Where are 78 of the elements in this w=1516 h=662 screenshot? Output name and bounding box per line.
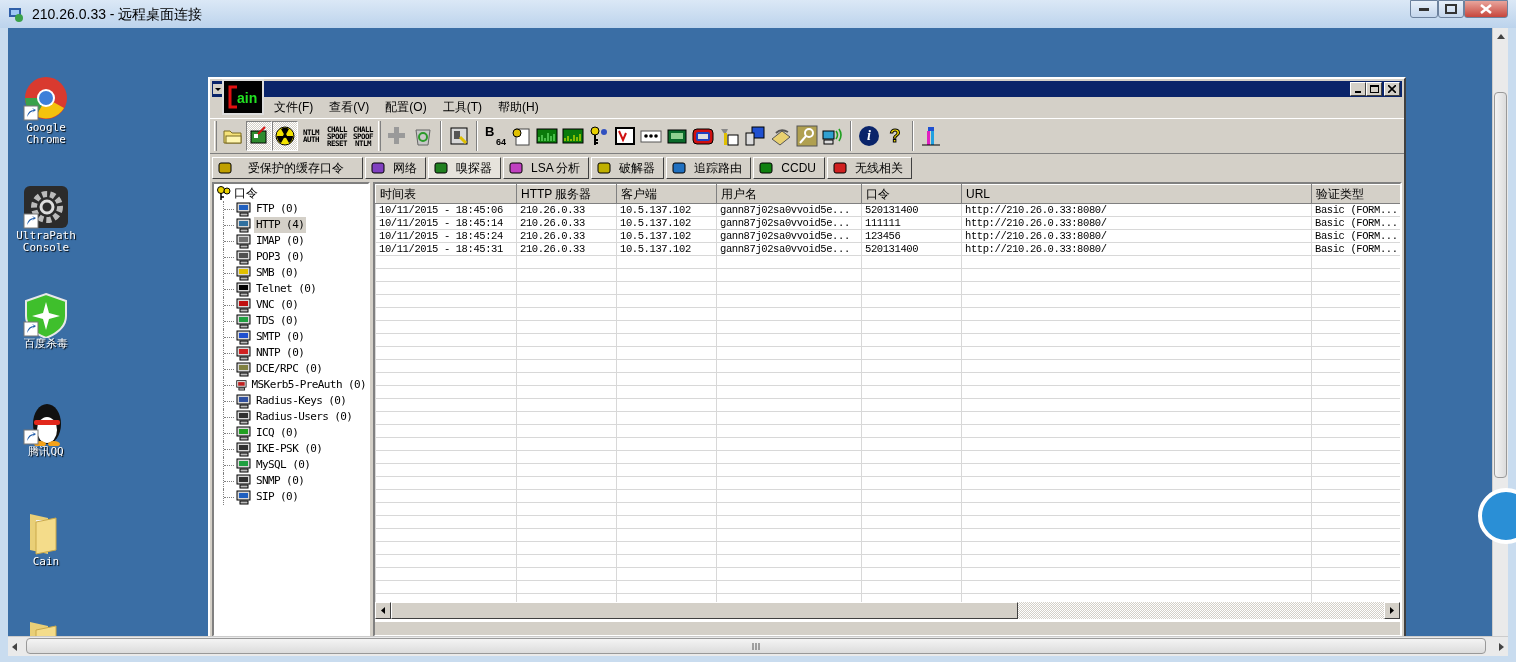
tree-item[interactable]: Radius-Keys (0) [254, 392, 349, 410]
table-cell: gann87j02sa0vvoid5e... [716, 242, 862, 256]
icon-label: Cain [32, 556, 60, 568]
icon-label: 百度杀毒 [24, 338, 68, 350]
icon-label: Console [22, 242, 70, 254]
column-header[interactable]: 验证类型 [1311, 184, 1400, 204]
tree-item[interactable]: MSKerb5-PreAuth (0) [249, 376, 368, 394]
tree-item[interactable]: ICQ (0) [254, 424, 301, 442]
table-cell: 520131400 [861, 203, 962, 217]
tab[interactable]: 网络 [365, 157, 426, 179]
column-header[interactable]: 口令 [861, 184, 962, 204]
tree-item[interactable]: POP3 (0) [254, 248, 307, 266]
tree-item[interactable]: IMAP (0) [254, 232, 307, 250]
table-cell: 10.5.137.102 [616, 229, 717, 243]
table-cell: 210.26.0.33 [516, 203, 617, 217]
table-cell: http://210.26.0.33:8080/ [961, 229, 1312, 243]
column-header[interactable]: 时间表 [375, 184, 517, 204]
column-header[interactable]: 客户端 [616, 184, 717, 204]
table-cell: 123456 [861, 229, 962, 243]
tree-item[interactable]: SNMP (0) [254, 472, 307, 490]
table-cell: 520131400 [861, 242, 962, 256]
menu-item[interactable]: 帮助(H) [496, 98, 541, 116]
tab[interactable]: CCDU [753, 157, 826, 179]
tree-item[interactable]: VNC (0) [254, 296, 301, 314]
tab[interactable]: 破解器 [591, 157, 665, 179]
table-cell: 210.26.0.33 [516, 216, 617, 230]
tree-item[interactable]: DCE/RPC (0) [254, 360, 325, 378]
tree-item[interactable]: IKE-PSK (0) [254, 440, 325, 458]
table-cell: 210.26.0.33 [516, 242, 617, 256]
tree-item[interactable]: SMTP (0) [254, 328, 307, 346]
table-cell: 10/11/2015 - 18:45:06 [375, 203, 517, 217]
menu-item[interactable]: 查看(V) [327, 98, 372, 116]
icon-label: Google [26, 122, 66, 134]
table-cell: Basic (FORM... [1311, 216, 1400, 230]
column-header[interactable]: HTTP 服务器 [516, 184, 617, 204]
tree-item[interactable]: HTTP (4) [254, 216, 307, 234]
menu-item[interactable]: 配置(O) [383, 98, 429, 116]
table-cell: 10.5.137.102 [616, 216, 717, 230]
table-cell: 10.5.137.102 [616, 242, 717, 256]
menu-item[interactable]: 文件(F) [272, 98, 316, 116]
menu-item[interactable]: 工具(T) [440, 98, 484, 116]
tree-item[interactable]: MySQL (0) [254, 456, 313, 474]
tree-item[interactable]: FTP (0) [254, 200, 301, 218]
toolbar-button[interactable]: B 64 [482, 121, 508, 151]
table-cell: 10.5.137.102 [616, 203, 717, 217]
tab[interactable]: 受保护的缓存口令 [212, 157, 363, 179]
tab[interactable]: 嗅探器 [428, 157, 501, 179]
tree-item[interactable]: SIP (0) [254, 488, 301, 506]
tree-item[interactable]: SMB (0) [254, 264, 301, 282]
tree-item[interactable]: Telnet (0) [254, 280, 319, 298]
icon-label: UltraPath [16, 230, 76, 242]
app-logo: ain [222, 79, 264, 115]
table-cell: gann87j02sa0vvoid5e... [716, 203, 862, 217]
icon-label: 腾讯QQ [28, 446, 64, 458]
table-cell: 111111 [861, 216, 962, 230]
tree-item[interactable]: TDS (0) [254, 312, 301, 330]
table-cell: http://210.26.0.33:8080/ [961, 203, 1312, 217]
table-cell: gann87j02sa0vvoid5e... [716, 216, 862, 230]
table-cell: http://210.26.0.33:8080/ [961, 216, 1312, 230]
window-title: 210.26.0.33 - 远程桌面连接 [32, 4, 203, 24]
table-cell: Basic (FORM... [1311, 229, 1400, 243]
table-cell: gann87j02sa0vvoid5e... [716, 229, 862, 243]
tab[interactable]: 无线相关 [827, 157, 913, 179]
table-cell: 10/11/2015 - 18:45:31 [375, 242, 517, 256]
tab[interactable]: 追踪路由 [666, 157, 752, 179]
table-cell: 210.26.0.33 [516, 229, 617, 243]
table-cell: Basic (FORM... [1311, 203, 1400, 217]
tree-item[interactable]: 口令 [234, 184, 258, 202]
table-cell: 10/11/2015 - 18:45:24 [375, 229, 517, 243]
tree-item[interactable]: Radius-Users (0) [254, 408, 355, 426]
table-cell: Basic (FORM... [1311, 242, 1400, 256]
table-cell: 10/11/2015 - 18:45:14 [375, 216, 517, 230]
column-header[interactable]: URL [961, 184, 1312, 204]
tree-item[interactable]: NNTP (0) [254, 344, 307, 362]
icon-label: Chrome [26, 134, 66, 146]
tab[interactable]: LSA 分析 [503, 157, 590, 179]
column-header[interactable]: 用户名 [716, 184, 862, 204]
table-cell: http://210.26.0.33:8080/ [961, 242, 1312, 256]
